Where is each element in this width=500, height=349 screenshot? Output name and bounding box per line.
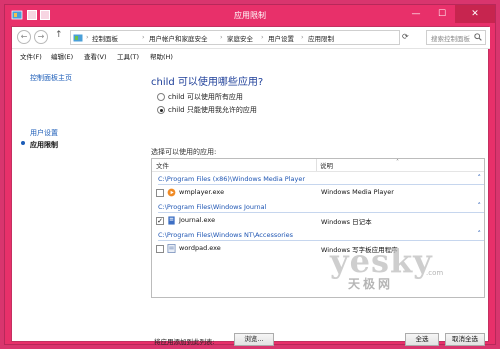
list-item[interactable]: wmplayer.exe Windows Media Player bbox=[154, 187, 484, 199]
group-divider bbox=[158, 240, 484, 241]
checkbox-checked[interactable]: ✓ bbox=[156, 217, 164, 225]
breadcrumb-item[interactable]: 应用限制 bbox=[308, 33, 334, 43]
column-divider[interactable] bbox=[316, 159, 317, 171]
checkbox[interactable] bbox=[156, 245, 164, 253]
breadcrumb-separator: › bbox=[142, 33, 145, 41]
app-description: Windows 日记本 bbox=[321, 218, 372, 226]
watermark-domain: .com bbox=[426, 269, 444, 277]
control-panel-icon bbox=[73, 34, 83, 42]
group-header[interactable]: C:\Program Files\Windows Journal ˄ bbox=[154, 202, 484, 214]
sidebar: 控制面板主页 用户设置 应用限制 bbox=[12, 63, 132, 343]
browse-button[interactable]: 浏览... bbox=[234, 333, 274, 346]
main-panel: child 可以使用哪些应用? child 可以使用所有应用 child 只能使… bbox=[142, 63, 490, 346]
app-window: 应用限制 — ☐ ✕ ← → ↑ › 控制面板 › 用户帐户和家庭安全 › 家庭… bbox=[4, 4, 496, 346]
app-name: wmplayer.exe bbox=[179, 188, 225, 196]
title-bar: 应用限制 — ☐ ✕ bbox=[5, 5, 495, 25]
collapse-icon[interactable]: ˄ bbox=[478, 202, 482, 210]
radio-label[interactable]: child 只能使用我允许的应用 bbox=[168, 105, 257, 115]
page-title: child 可以使用哪些应用? bbox=[151, 77, 264, 88]
list-caption: 选择可以使用的应用: bbox=[151, 148, 217, 156]
menu-help[interactable]: 帮助(H) bbox=[150, 51, 173, 61]
header-divider bbox=[152, 171, 484, 172]
maximize-button[interactable]: ☐ bbox=[429, 5, 455, 23]
app-description: Windows Media Player bbox=[321, 188, 394, 196]
address-bar[interactable]: › 控制面板 › 用户帐户和家庭安全 › 家庭安全 › 用户设置 › 应用限制 … bbox=[70, 30, 451, 45]
column-header-description[interactable]: 说明 bbox=[320, 160, 333, 170]
group-path: C:\Program Files\Windows NT\Accessories bbox=[158, 231, 294, 239]
group-header[interactable]: C:\Program Files (x86)\Windows Media Pla… bbox=[154, 174, 484, 186]
sidebar-item-app-restrictions[interactable]: 应用限制 bbox=[30, 140, 58, 150]
menu-file[interactable]: 文件(F) bbox=[20, 51, 42, 61]
radio-button-selected[interactable] bbox=[157, 106, 165, 114]
menu-view[interactable]: 查看(V) bbox=[84, 51, 107, 61]
refresh-icon[interactable]: ⟳ bbox=[402, 32, 409, 41]
app-name: Journal.exe bbox=[179, 216, 216, 224]
watermark-cn: 天极网 bbox=[348, 277, 394, 291]
breadcrumb-item[interactable]: 用户设置 bbox=[268, 33, 294, 43]
yesky-watermark: yesky .com 天极网 bbox=[330, 242, 448, 292]
journal-icon bbox=[168, 216, 175, 225]
close-button[interactable]: ✕ bbox=[455, 5, 495, 23]
breadcrumb-separator: › bbox=[301, 33, 304, 41]
breadcrumb-item[interactable]: 家庭安全 bbox=[227, 33, 253, 43]
breadcrumb-separator: › bbox=[220, 33, 223, 41]
sort-arrow-icon: ˄ bbox=[396, 159, 399, 166]
footer-bar: 将应用添加到此列表: 浏览... 全选 取消全选 bbox=[142, 307, 490, 346]
group-divider bbox=[158, 184, 484, 185]
group-path: C:\Program Files\Windows Journal bbox=[158, 203, 267, 211]
sidebar-item-control-panel-home[interactable]: 控制面板主页 bbox=[30, 73, 72, 83]
up-button[interactable]: ↑ bbox=[55, 30, 63, 40]
radio-button[interactable] bbox=[157, 93, 165, 101]
active-bullet-icon bbox=[21, 141, 25, 145]
collapse-icon[interactable]: ˄ bbox=[478, 230, 482, 238]
clear-all-button[interactable]: 取消全选 bbox=[445, 333, 485, 346]
list-item[interactable]: ✓ Journal.exe Windows 日记本 bbox=[154, 215, 484, 227]
breadcrumb-item[interactable]: 用户帐户和家庭安全 bbox=[149, 33, 208, 43]
checkbox[interactable] bbox=[156, 189, 164, 197]
breadcrumb-separator: › bbox=[86, 33, 89, 41]
media-player-icon bbox=[167, 188, 176, 197]
breadcrumb-item[interactable]: 控制面板 bbox=[92, 33, 118, 43]
group-divider bbox=[158, 212, 484, 213]
add-app-label: 将应用添加到此列表: bbox=[154, 338, 215, 346]
menu-tools[interactable]: 工具(T) bbox=[117, 51, 139, 61]
sidebar-item-user-settings[interactable]: 用户设置 bbox=[30, 128, 58, 138]
breadcrumb-separator: › bbox=[261, 33, 264, 41]
search-placeholder: 搜索控制面板 bbox=[431, 35, 470, 43]
wordpad-icon bbox=[167, 244, 176, 253]
group-header[interactable]: C:\Program Files\Windows NT\Accessories … bbox=[154, 230, 484, 242]
back-button[interactable]: ← bbox=[17, 30, 31, 44]
search-input[interactable]: 搜索控制面板 bbox=[426, 30, 486, 45]
minimize-button[interactable]: — bbox=[403, 5, 429, 23]
collapse-icon[interactable]: ˄ bbox=[478, 174, 482, 182]
group-path: C:\Program Files (x86)\Windows Media Pla… bbox=[158, 175, 306, 183]
menu-edit[interactable]: 编辑(E) bbox=[51, 51, 73, 61]
radio-label[interactable]: child 可以使用所有应用 bbox=[168, 92, 243, 102]
menu-bar: 文件(F) 编辑(E) 查看(V) 工具(T) 帮助(H) bbox=[12, 49, 490, 61]
app-name: wordpad.exe bbox=[179, 244, 221, 252]
search-icon[interactable] bbox=[474, 33, 482, 41]
select-all-button[interactable]: 全选 bbox=[405, 333, 439, 346]
address-toolbar: ← → ↑ › 控制面板 › 用户帐户和家庭安全 › 家庭安全 › 用户设置 ›… bbox=[12, 27, 490, 49]
window-client-area: ← → ↑ › 控制面板 › 用户帐户和家庭安全 › 家庭安全 › 用户设置 ›… bbox=[11, 26, 490, 346]
forward-button[interactable]: → bbox=[34, 30, 48, 44]
column-header-file[interactable]: 文件 bbox=[156, 160, 169, 170]
